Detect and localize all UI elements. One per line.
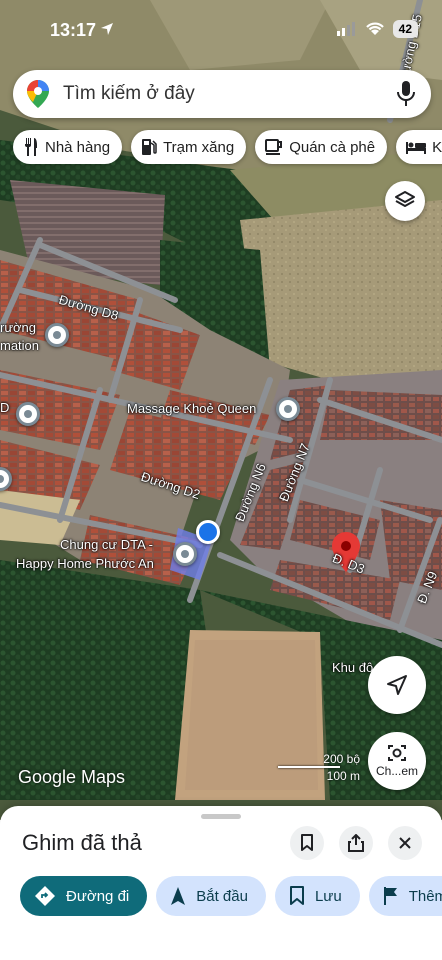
chip-label: Kh: [432, 138, 442, 156]
share-button[interactable]: [339, 826, 373, 860]
navigation-arrow-icon: [387, 675, 407, 695]
category-chips: Nhà hàng Trạm xăng Quán cà phê K: [13, 130, 442, 166]
chip-label: Nhà hàng: [45, 138, 111, 156]
poi-label: Massage Khoẻ Queen: [127, 401, 257, 416]
location-arrow-icon: [101, 23, 113, 35]
sheet-drag-handle[interactable]: [201, 814, 241, 819]
chip-gas-station[interactable]: Trạm xăng: [131, 130, 247, 164]
microphone-icon[interactable]: [397, 81, 415, 107]
gas-station-icon: [142, 139, 157, 155]
scale-bar: [278, 766, 340, 768]
camera-lens-icon: [388, 745, 406, 761]
chip-label: Quán cà phê: [289, 138, 376, 156]
chip-restaurant[interactable]: Nhà hàng: [13, 130, 123, 164]
status-right: 42: [336, 20, 418, 38]
lens-button[interactable]: Ch...em: [368, 732, 426, 790]
hotel-icon: [406, 142, 427, 154]
chip-hotel[interactable]: Kh: [396, 130, 442, 164]
recenter-button[interactable]: [368, 656, 426, 714]
poi-d-icon[interactable]: [16, 402, 40, 426]
layers-icon: [395, 191, 415, 207]
poi-label: rường: [0, 320, 37, 335]
google-maps-logo: Google Maps: [18, 767, 126, 787]
app-root: Đường D15 Đường D8 rường mation D Massag…: [0, 0, 442, 960]
share-icon: [348, 834, 364, 852]
layers-button[interactable]: [385, 181, 425, 221]
action-buttons: Đường đi Bắt đầu Lưu Thêm: [20, 876, 442, 916]
poi-apartment-icon[interactable]: [173, 542, 197, 566]
save-bookmark-button[interactable]: [290, 826, 324, 860]
directions-label: Đường đi: [66, 887, 130, 905]
poi-massage-icon[interactable]: [276, 397, 300, 421]
scale-imperial: 200 bộ: [323, 752, 360, 766]
google-maps-pin-icon: [27, 80, 49, 108]
directions-button[interactable]: Đường đi: [20, 876, 148, 916]
more-label: Thêm: [408, 887, 442, 905]
navigate-arrow-icon: [171, 887, 186, 905]
signal-icon: [336, 22, 355, 36]
search-bar[interactable]: Tìm kiếm ở đây: [13, 70, 431, 118]
coffee-icon: [265, 139, 283, 155]
poi-school-icon[interactable]: [45, 323, 69, 347]
status-bar: 13:17 42: [0, 0, 442, 60]
place-title: Ghim đã thả: [22, 830, 142, 855]
directions-icon: [35, 886, 55, 906]
save-button[interactable]: Lưu: [274, 876, 360, 916]
bottom-sheet[interactable]: Ghim đã thả Đường đi Bắt đầu Lưu Thêm: [0, 806, 442, 960]
status-time: 13:17: [50, 20, 97, 40]
battery-indicator: 42: [392, 20, 418, 38]
map-scale: 200 bộ 100 m: [278, 752, 368, 784]
chip-coffee[interactable]: Quán cà phê: [255, 130, 388, 164]
close-icon: [399, 837, 411, 849]
poi-label: mation: [0, 338, 40, 353]
bookmark-icon: [289, 886, 304, 905]
poi-label: Chung cư DTA -: [60, 537, 153, 552]
flag-icon: [383, 887, 397, 905]
more-button[interactable]: Thêm: [368, 876, 442, 916]
start-button[interactable]: Bắt đầu: [156, 876, 266, 916]
start-label: Bắt đầu: [196, 887, 248, 905]
scale-metric: 100 m: [326, 769, 360, 783]
bookmark-icon: [301, 834, 313, 851]
poi-label: D: [0, 400, 10, 415]
restaurant-icon: [25, 138, 37, 156]
wifi-icon: [365, 22, 384, 35]
search-input[interactable]: Tìm kiếm ở đây: [63, 83, 397, 105]
current-location-icon: [196, 520, 220, 544]
chip-label: Trạm xăng: [163, 138, 235, 156]
lens-label: Ch...em: [375, 764, 418, 778]
poi-label: Happy Home Phước An: [16, 556, 154, 571]
close-button[interactable]: [388, 826, 422, 860]
save-label: Lưu: [314, 887, 342, 905]
